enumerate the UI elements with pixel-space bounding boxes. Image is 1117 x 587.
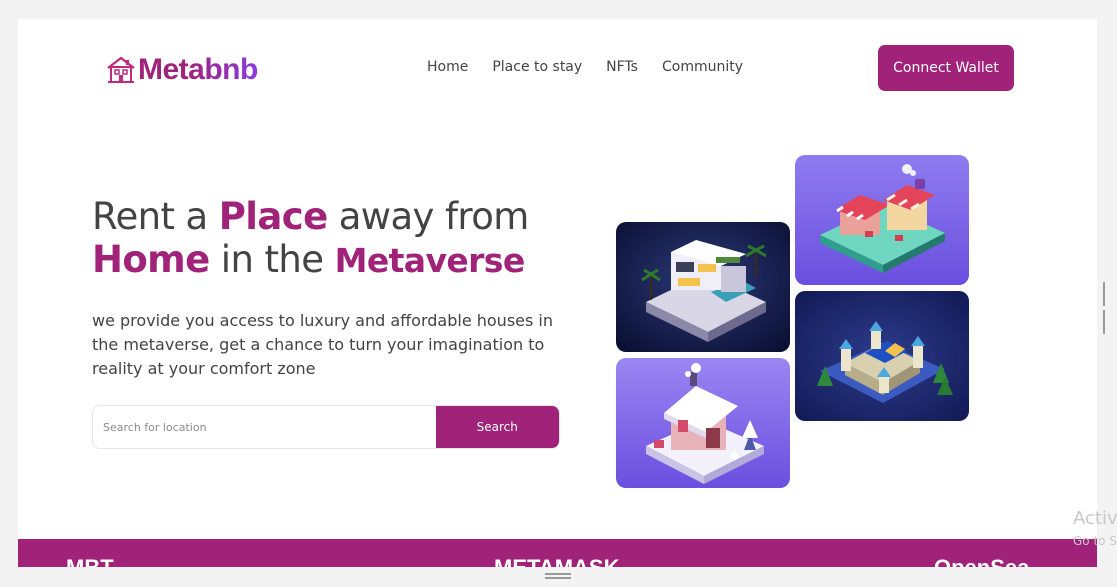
nav-item-nfts[interactable]: NFTs: [606, 59, 638, 75]
browser-top-strip: [0, 0, 1117, 19]
partner-logo-mbt: MBT..: [66, 555, 123, 567]
connect-wallet-button[interactable]: Connect Wallet: [878, 45, 1014, 91]
headline-part-3: in the: [209, 238, 335, 281]
main-nav: Home Place to stay NFTs Community: [427, 59, 767, 75]
headline-highlight-home: Home: [92, 238, 210, 281]
headline-part-2: away from: [327, 195, 530, 238]
modern-villa-image: [616, 222, 790, 352]
hero-headline: Rent a Place away from Home in the Metav…: [92, 195, 572, 282]
headline-part-1: Rent a: [92, 195, 219, 238]
partner-logo-metamask: METAMASK: [494, 555, 619, 567]
castle-image: [795, 291, 969, 421]
market-stall-image: [795, 155, 969, 285]
os-activation-watermark-sub: Go to S: [1073, 534, 1117, 548]
snow-cabin-image: [616, 358, 790, 488]
location-search: Search: [92, 405, 560, 449]
os-activation-watermark: Activ: [1073, 508, 1117, 529]
brand-logo[interactable]: Metabnb: [106, 53, 258, 87]
hero-subtext: we provide you access to luxury and affo…: [92, 311, 553, 378]
headline-highlight-place: Place: [218, 195, 328, 238]
nav-item-community[interactable]: Community: [662, 59, 743, 75]
brand-name: Metabnb: [138, 53, 258, 86]
partner-logos-strip: MBT.. METAMASK OpenSea: [18, 539, 1097, 567]
headline-highlight-metaverse: Metaverse: [334, 241, 526, 280]
search-button[interactable]: Search: [435, 406, 559, 448]
house-logo-icon: [107, 56, 135, 83]
nav-item-place-to-stay[interactable]: Place to stay: [492, 59, 582, 75]
nav-item-home[interactable]: Home: [427, 59, 468, 75]
horizontal-resize-handle[interactable]: [545, 573, 571, 579]
partner-logo-opensea: OpenSea: [934, 555, 1029, 567]
search-input[interactable]: [93, 406, 436, 448]
vertical-scroll-handle[interactable]: [1103, 282, 1109, 334]
page-viewport: Metabnb Home Place to stay NFTs Communit…: [18, 19, 1097, 567]
